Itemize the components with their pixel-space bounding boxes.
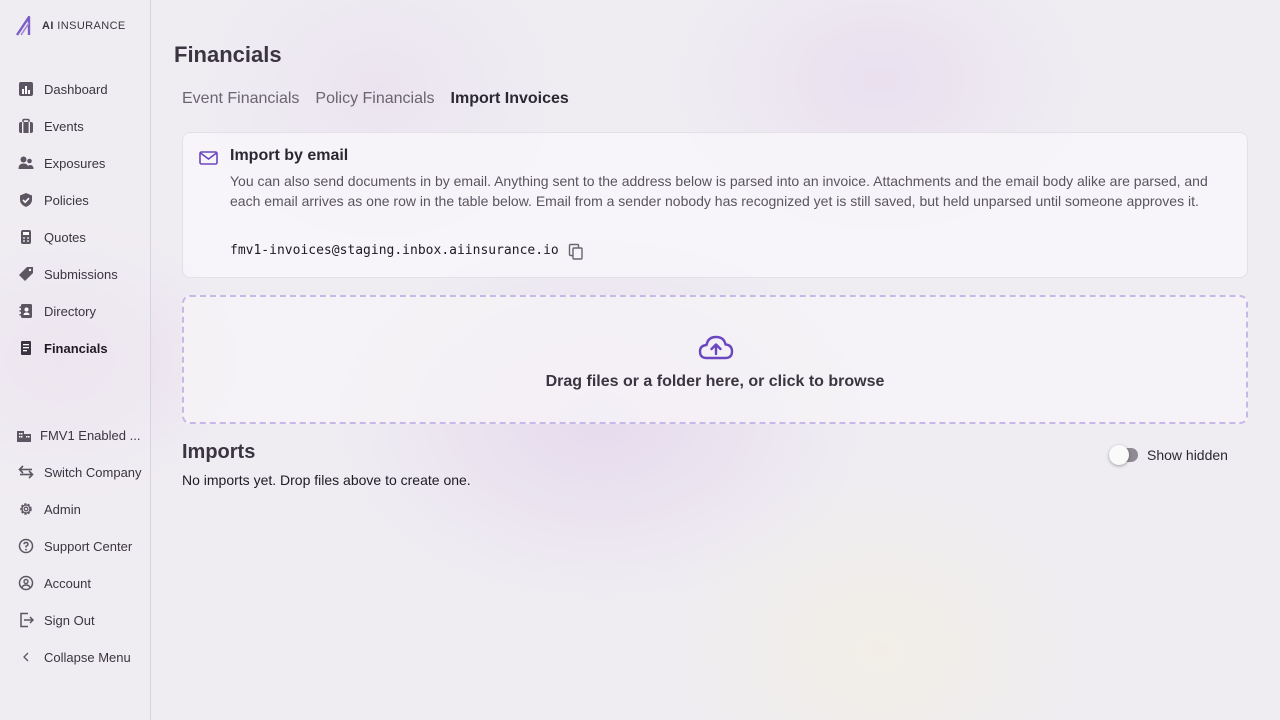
sidebar-item-label: Exposures bbox=[44, 155, 106, 171]
sidebar: AI INSURANCE Dashboard Events Exposures … bbox=[0, 0, 151, 720]
sidebar-item-label: Dashboard bbox=[44, 81, 108, 97]
contact-book-icon bbox=[18, 303, 34, 319]
sidebar-item-admin[interactable]: Admin bbox=[18, 498, 81, 520]
tab-event-financials[interactable]: Event Financials bbox=[182, 90, 299, 112]
building-icon bbox=[16, 427, 32, 443]
import-by-email-description: You can also send documents in by email.… bbox=[230, 173, 1208, 209]
show-hidden-label: Show hidden bbox=[1147, 447, 1228, 463]
calculator-icon bbox=[18, 229, 34, 245]
logo[interactable]: AI INSURANCE bbox=[16, 16, 126, 36]
sidebar-item-label: Switch Company bbox=[44, 464, 142, 480]
sidebar-item-label: Events bbox=[44, 118, 84, 134]
company-selector[interactable]: FMV1 Enabled ... bbox=[16, 424, 140, 446]
sidebar-item-label: Support Center bbox=[44, 538, 133, 554]
receipt-icon bbox=[18, 340, 34, 356]
sidebar-item-label: Financials bbox=[44, 340, 108, 356]
switch-company-button[interactable]: Switch Company bbox=[18, 461, 142, 483]
toggle-knob bbox=[1109, 445, 1129, 465]
help-icon bbox=[18, 538, 34, 554]
sidebar-item-label: Quotes bbox=[44, 229, 86, 245]
tag-icon bbox=[18, 266, 34, 282]
mail-icon bbox=[199, 151, 218, 165]
sidebar-item-exposures[interactable]: Exposures bbox=[18, 152, 105, 174]
imports-title: Imports bbox=[182, 441, 256, 463]
sidebar-item-events[interactable]: Events bbox=[18, 115, 84, 137]
sign-out-icon bbox=[18, 612, 34, 628]
briefcase-icon bbox=[18, 118, 34, 134]
sidebar-item-label: Sign Out bbox=[44, 612, 95, 628]
import-by-email-card: Import by email You can also send docume… bbox=[182, 132, 1248, 278]
people-icon bbox=[18, 155, 34, 171]
sidebar-item-financials[interactable]: Financials bbox=[18, 337, 108, 359]
sidebar-item-account[interactable]: Account bbox=[18, 572, 91, 594]
tab-policy-financials[interactable]: Policy Financials bbox=[315, 90, 434, 112]
sidebar-item-label: Policies bbox=[44, 192, 89, 208]
tab-bar: Event Financials Policy Financials Impor… bbox=[182, 90, 569, 112]
company-name: FMV1 Enabled ... bbox=[40, 427, 141, 443]
sidebar-item-submissions[interactable]: Submissions bbox=[18, 263, 118, 285]
sidebar-item-quotes[interactable]: Quotes bbox=[18, 226, 86, 248]
toggle-switch[interactable] bbox=[1109, 445, 1138, 465]
sidebar-item-label: Admin bbox=[44, 501, 81, 517]
show-hidden-toggle[interactable]: Show hidden bbox=[1109, 445, 1228, 465]
sidebar-item-label: Collapse Menu bbox=[44, 649, 131, 665]
swap-icon bbox=[18, 464, 34, 480]
logo-mark-icon bbox=[16, 16, 31, 36]
sidebar-item-label: Submissions bbox=[44, 266, 118, 282]
tab-import-invoices[interactable]: Import Invoices bbox=[451, 90, 569, 112]
collapse-menu-button[interactable]: Collapse Menu bbox=[18, 646, 131, 668]
import-email-address[interactable]: fmv1-invoices@staging.inbox.aiinsurance.… bbox=[230, 243, 559, 258]
chart-icon bbox=[18, 81, 34, 97]
sidebar-item-directory[interactable]: Directory bbox=[18, 300, 96, 322]
sidebar-item-policies[interactable]: Policies bbox=[18, 189, 89, 211]
sidebar-item-dashboard[interactable]: Dashboard bbox=[18, 78, 108, 100]
gear-icon bbox=[18, 501, 34, 517]
dropzone-text: Drag files or a folder here, or click to… bbox=[545, 373, 885, 390]
copy-icon[interactable] bbox=[568, 243, 584, 261]
account-icon bbox=[18, 575, 34, 591]
imports-empty-message: No imports yet. Drop files above to crea… bbox=[182, 472, 471, 488]
page-title: Financials bbox=[174, 42, 282, 67]
sidebar-item-label: Directory bbox=[44, 303, 97, 319]
file-dropzone[interactable]: Drag files or a folder here, or click to… bbox=[182, 295, 1248, 424]
sign-out-button[interactable]: Sign Out bbox=[18, 609, 95, 631]
shield-icon bbox=[18, 192, 34, 208]
import-by-email-title: Import by email bbox=[230, 147, 349, 164]
sidebar-item-label: Account bbox=[44, 575, 91, 591]
cloud-upload-icon bbox=[698, 335, 734, 360]
sidebar-item-support-center[interactable]: Support Center bbox=[18, 535, 132, 557]
chevron-left-icon bbox=[18, 649, 34, 665]
logo-text: AI INSURANCE bbox=[42, 20, 126, 32]
